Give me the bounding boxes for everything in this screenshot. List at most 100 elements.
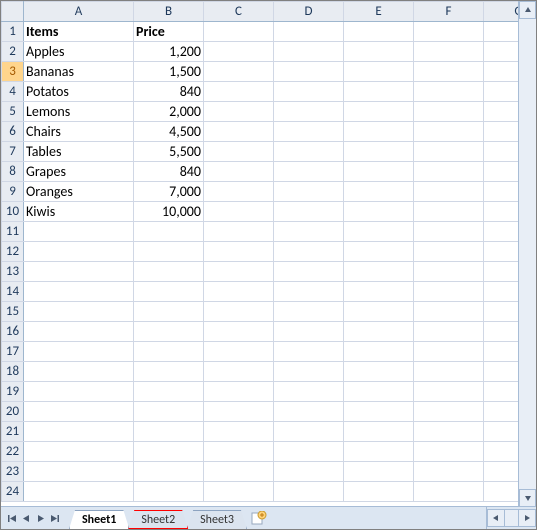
cell-A12[interactable]	[24, 242, 134, 262]
cell-F22[interactable]	[414, 442, 484, 462]
row-head-23[interactable]: 23	[2, 462, 24, 482]
cell-F4[interactable]	[414, 82, 484, 102]
row-head-8[interactable]: 8	[2, 162, 24, 182]
cell-E5[interactable]	[344, 102, 414, 122]
cell-A7[interactable]: Tables	[24, 142, 134, 162]
cell-E11[interactable]	[344, 222, 414, 242]
cell-D12[interactable]	[274, 242, 344, 262]
cell-D16[interactable]	[274, 322, 344, 342]
cell-D24[interactable]	[274, 482, 344, 502]
cell-D5[interactable]	[274, 102, 344, 122]
cell-A23[interactable]	[24, 462, 134, 482]
cell-E18[interactable]	[344, 362, 414, 382]
cell-D22[interactable]	[274, 442, 344, 462]
cell-A11[interactable]	[24, 222, 134, 242]
cell-C8[interactable]	[204, 162, 274, 182]
scroll-down-icon[interactable]	[519, 489, 536, 507]
row-head-24[interactable]: 24	[2, 482, 24, 502]
cell-E13[interactable]	[344, 262, 414, 282]
cell-B10[interactable]: 10,000	[134, 202, 204, 222]
cell-E17[interactable]	[344, 342, 414, 362]
col-head-D[interactable]: D	[274, 2, 344, 22]
cell-A9[interactable]: Oranges	[24, 182, 134, 202]
cell-D8[interactable]	[274, 162, 344, 182]
cell-A17[interactable]	[24, 342, 134, 362]
cell-E24[interactable]	[344, 482, 414, 502]
row-head-15[interactable]: 15	[2, 302, 24, 322]
sheet-tab-sheet2[interactable]: Sheet2	[128, 510, 188, 529]
cell-F16[interactable]	[414, 322, 484, 342]
row-head-2[interactable]: 2	[2, 42, 24, 62]
cell-B3[interactable]: 1,500	[134, 62, 204, 82]
new-sheet-icon[interactable]	[248, 509, 270, 527]
cell-A19[interactable]	[24, 382, 134, 402]
cell-D13[interactable]	[274, 262, 344, 282]
cell-D21[interactable]	[274, 422, 344, 442]
cell-C14[interactable]	[204, 282, 274, 302]
hscroll-left-icon[interactable]	[487, 509, 505, 527]
cell-C21[interactable]	[204, 422, 274, 442]
cell-B1[interactable]: Price	[134, 22, 204, 42]
row-head-11[interactable]: 11	[2, 222, 24, 242]
tab-nav-next-icon[interactable]	[33, 509, 47, 527]
cell-F20[interactable]	[414, 402, 484, 422]
cell-D9[interactable]	[274, 182, 344, 202]
vertical-scrollbar[interactable]	[518, 1, 536, 507]
row-head-7[interactable]: 7	[2, 142, 24, 162]
cell-D2[interactable]	[274, 42, 344, 62]
col-head-A[interactable]: A	[24, 2, 134, 22]
cell-C18[interactable]	[204, 362, 274, 382]
cell-E8[interactable]	[344, 162, 414, 182]
cell-C22[interactable]	[204, 442, 274, 462]
cell-A14[interactable]	[24, 282, 134, 302]
cell-D17[interactable]	[274, 342, 344, 362]
cell-F13[interactable]	[414, 262, 484, 282]
cell-F7[interactable]	[414, 142, 484, 162]
cell-F2[interactable]	[414, 42, 484, 62]
cell-E23[interactable]	[344, 462, 414, 482]
cell-E16[interactable]	[344, 322, 414, 342]
col-head-C[interactable]: C	[204, 2, 274, 22]
cell-C3[interactable]	[204, 62, 274, 82]
row-head-6[interactable]: 6	[2, 122, 24, 142]
cell-B22[interactable]	[134, 442, 204, 462]
row-head-9[interactable]: 9	[2, 182, 24, 202]
cell-F18[interactable]	[414, 362, 484, 382]
row-head-5[interactable]: 5	[2, 102, 24, 122]
cell-B12[interactable]	[134, 242, 204, 262]
horizontal-scrollbar[interactable]	[486, 507, 536, 529]
cell-E1[interactable]	[344, 22, 414, 42]
row-head-22[interactable]: 22	[2, 442, 24, 462]
cell-E4[interactable]	[344, 82, 414, 102]
cell-C24[interactable]	[204, 482, 274, 502]
cell-C5[interactable]	[204, 102, 274, 122]
cell-C13[interactable]	[204, 262, 274, 282]
cell-F19[interactable]	[414, 382, 484, 402]
row-head-4[interactable]: 4	[2, 82, 24, 102]
cell-C17[interactable]	[204, 342, 274, 362]
cell-C6[interactable]	[204, 122, 274, 142]
cell-F6[interactable]	[414, 122, 484, 142]
cell-B9[interactable]: 7,000	[134, 182, 204, 202]
cell-D18[interactable]	[274, 362, 344, 382]
cell-C9[interactable]	[204, 182, 274, 202]
row-head-21[interactable]: 21	[2, 422, 24, 442]
cell-A5[interactable]: Lemons	[24, 102, 134, 122]
sheet-tab-sheet3[interactable]: Sheet3	[187, 510, 247, 529]
cell-D19[interactable]	[274, 382, 344, 402]
col-head-F[interactable]: F	[414, 2, 484, 22]
cell-B5[interactable]: 2,000	[134, 102, 204, 122]
cell-F14[interactable]	[414, 282, 484, 302]
row-head-14[interactable]: 14	[2, 282, 24, 302]
cell-E3[interactable]	[344, 62, 414, 82]
spreadsheet-grid[interactable]: A B C D E F G 1ItemsPrice2Apples1,2003Ba…	[1, 1, 536, 506]
cell-F3[interactable]	[414, 62, 484, 82]
row-head-1[interactable]: 1	[2, 22, 24, 42]
cell-A21[interactable]	[24, 422, 134, 442]
cell-B21[interactable]	[134, 422, 204, 442]
cell-B7[interactable]: 5,500	[134, 142, 204, 162]
cell-F21[interactable]	[414, 422, 484, 442]
cell-B23[interactable]	[134, 462, 204, 482]
cell-C19[interactable]	[204, 382, 274, 402]
cell-F10[interactable]	[414, 202, 484, 222]
